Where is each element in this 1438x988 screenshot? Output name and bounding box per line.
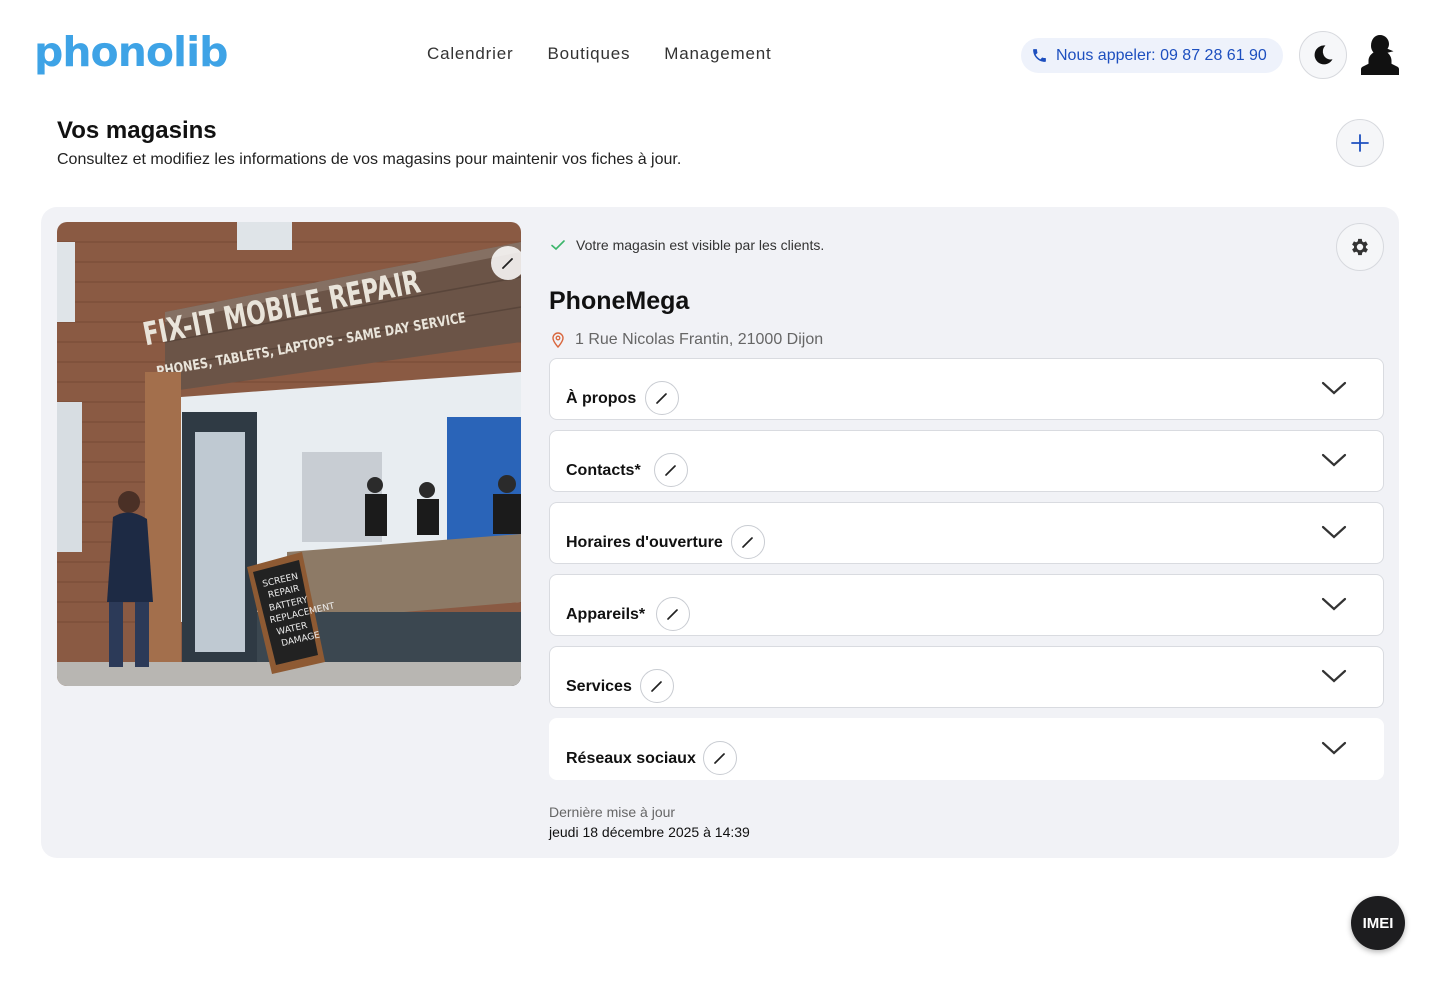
nav-boutiques[interactable]: Boutiques bbox=[530, 44, 647, 64]
pencil-icon bbox=[742, 537, 753, 548]
section-label: Services bbox=[566, 678, 632, 695]
imei-button[interactable]: IMEI bbox=[1351, 896, 1405, 950]
plus-icon bbox=[1351, 134, 1369, 152]
edit-horaires-button[interactable] bbox=[731, 525, 765, 559]
edit-services-button[interactable] bbox=[640, 669, 674, 703]
page-title: Vos magasins bbox=[57, 117, 217, 144]
phonolib-logo[interactable]: phonolib bbox=[34, 28, 229, 76]
section-services[interactable]: Services bbox=[549, 646, 1384, 708]
store-settings-button[interactable] bbox=[1336, 223, 1384, 271]
edit-reseaux-sociaux-button[interactable] bbox=[703, 741, 737, 775]
storefront-image: FIX-IT MOBILE REPAIR PHONES, TABLETS, LA… bbox=[57, 222, 521, 686]
section-a-propos[interactable]: À propos bbox=[549, 358, 1384, 420]
section-label: À propos bbox=[566, 390, 637, 407]
pencil-icon bbox=[714, 753, 725, 764]
chevron-down-icon[interactable] bbox=[1321, 379, 1347, 397]
page-subtitle: Consultez et modifiez les informations d… bbox=[57, 151, 682, 168]
chevron-down-icon[interactable] bbox=[1321, 523, 1347, 541]
edit-appareils-button[interactable] bbox=[656, 597, 690, 631]
chevron-down-icon[interactable] bbox=[1321, 595, 1347, 613]
dark-mode-toggle[interactable] bbox=[1299, 31, 1347, 79]
store-sections: À propos Contacts* Horaires d'ouverture … bbox=[549, 358, 1384, 790]
app-header: phonolib Calendrier Boutiques Management… bbox=[0, 0, 1438, 110]
chevron-down-icon[interactable] bbox=[1321, 739, 1347, 757]
gear-icon bbox=[1352, 238, 1368, 256]
edit-contacts-button[interactable] bbox=[654, 453, 688, 487]
store-name: PhoneMega bbox=[549, 287, 690, 315]
call-button[interactable]: Nous appeler: 09 87 28 61 90 bbox=[1021, 38, 1283, 73]
store-photo: FIX-IT MOBILE REPAIR PHONES, TABLETS, LA… bbox=[57, 222, 521, 686]
last-update-label: Dernière mise à jour bbox=[549, 804, 676, 820]
visibility-text: Votre magasin est visible par les client… bbox=[576, 237, 825, 253]
pencil-icon bbox=[656, 393, 667, 404]
location-pin-icon bbox=[552, 332, 564, 348]
section-label: Appareils* bbox=[566, 606, 646, 623]
visibility-status: Votre magasin est visible par les client… bbox=[550, 237, 824, 253]
user-avatar[interactable] bbox=[1356, 31, 1404, 79]
pencil-icon bbox=[665, 465, 676, 476]
section-label: Horaires d'ouverture bbox=[566, 534, 723, 551]
address-text: 1 Rue Nicolas Frantin, 21000 Dijon bbox=[575, 331, 824, 348]
call-label: Nous appeler: 09 87 28 61 90 bbox=[1056, 46, 1267, 64]
section-reseaux-sociaux[interactable]: Réseaux sociaux bbox=[549, 718, 1384, 780]
store-card: FIX-IT MOBILE REPAIR PHONES, TABLETS, LA… bbox=[41, 207, 1399, 858]
section-contacts[interactable]: Contacts* bbox=[549, 430, 1384, 492]
last-update-value: jeudi 18 décembre 2025 à 14:39 bbox=[549, 824, 750, 840]
section-label: Réseaux sociaux bbox=[566, 750, 696, 767]
section-horaires[interactable]: Horaires d'ouverture bbox=[549, 502, 1384, 564]
edit-photo-button[interactable] bbox=[491, 246, 521, 280]
add-store-button[interactable] bbox=[1336, 119, 1384, 167]
pencil-icon bbox=[667, 609, 678, 620]
section-appareils[interactable]: Appareils* bbox=[549, 574, 1384, 636]
main-nav: Calendrier Boutiques Management bbox=[410, 44, 788, 64]
nav-calendrier[interactable]: Calendrier bbox=[410, 44, 530, 64]
moon-icon bbox=[1314, 45, 1333, 65]
check-icon bbox=[551, 240, 565, 251]
pencil-icon bbox=[502, 258, 513, 269]
phone-icon bbox=[1033, 49, 1046, 62]
pencil-icon bbox=[651, 681, 662, 692]
nav-management[interactable]: Management bbox=[647, 44, 788, 64]
edit-a-propos-button[interactable] bbox=[645, 381, 679, 415]
chevron-down-icon[interactable] bbox=[1321, 667, 1347, 685]
chevron-down-icon[interactable] bbox=[1321, 451, 1347, 469]
section-label: Contacts* bbox=[566, 462, 641, 479]
store-address: 1 Rue Nicolas Frantin, 21000 Dijon bbox=[551, 331, 823, 349]
user-silhouette-icon bbox=[1361, 35, 1399, 75]
